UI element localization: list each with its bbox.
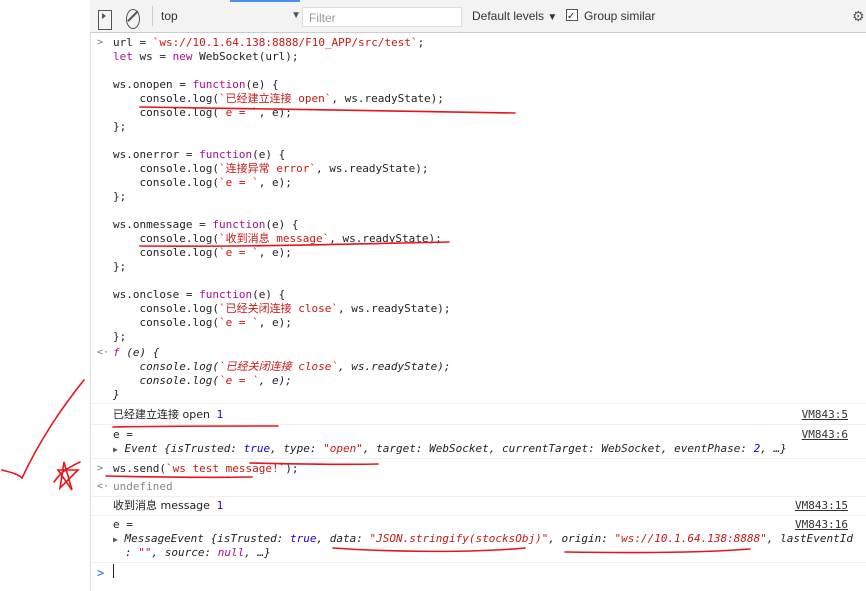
log-message: 收到消息 message 1 (113, 499, 224, 512)
clear-console-icon[interactable] (126, 9, 140, 29)
result-line: console.log(`已经关闭连接 close`, ws.readyStat… (113, 360, 451, 373)
log-message: 已经建立连接 open 1 (113, 408, 224, 421)
result-line: f (e) { (113, 346, 160, 359)
console-input[interactable] (113, 564, 114, 578)
filter-input[interactable]: Filter (302, 7, 462, 27)
group-similar-checkbox[interactable] (566, 7, 578, 27)
chevron-down-icon: ▼ (547, 12, 558, 23)
code-line: url = `ws://10.1.64.138:8888/F10_APP/src… (113, 36, 425, 49)
context-value: top (161, 9, 178, 23)
row-divider (91, 403, 866, 404)
code-line: console.log(`e = `, e); (113, 246, 292, 259)
chevron-down-icon: ▼ (291, 10, 301, 21)
input-prompt-icon: > (97, 463, 104, 474)
row-divider (91, 424, 866, 425)
group-similar-label: Group similar (584, 9, 656, 23)
log-levels-label: Default levels (472, 9, 545, 23)
show-sidebar-icon[interactable] (98, 10, 112, 30)
code-line: let ws = new WebSocket(url); (113, 50, 299, 63)
code-line: }; (113, 120, 127, 133)
group-similar-toggle[interactable]: Group similar (566, 6, 676, 27)
code-line: }; (113, 190, 127, 203)
code-line: console.log(`已经关闭连接 close`, ws.readyStat… (113, 302, 451, 315)
code-line: console.log(`收到消息 message`, ws.readyStat… (113, 232, 442, 245)
code-line: }; (113, 260, 127, 273)
result-arrow-icon: <· (97, 481, 110, 492)
object-preview-cont: : "", source: null, …} (125, 546, 271, 559)
log-message: e = (113, 518, 133, 531)
active-tab-indicator (230, 0, 300, 2)
console-prompt-icon: > (97, 566, 105, 580)
console-toolbar: top ▼ Filter Default levels ▼ Group simi… (90, 0, 866, 33)
row-divider (91, 458, 866, 459)
result-arrow-icon: <· (97, 347, 110, 358)
code-line: console.log(`已经建立连接 open`, ws.readyState… (113, 92, 444, 105)
object-preview[interactable]: ▶ MessageEvent {isTrusted: true, data: "… (113, 532, 853, 546)
code-line: ws.onerror = function(e) { (113, 148, 286, 161)
code-line: }; (113, 330, 127, 343)
code-line: console.log(`e = `, e); (113, 176, 292, 189)
code-line: ws.onopen = function(e) { (113, 78, 279, 91)
row-divider (91, 562, 866, 563)
code-line: ws.onmessage = function(e) { (113, 218, 299, 231)
source-link[interactable]: VM843:15 (795, 499, 848, 512)
page-margin (0, 0, 91, 591)
row-divider (91, 515, 866, 516)
context-selector[interactable]: top ▼ (152, 6, 301, 26)
source-link[interactable]: VM843:5 (802, 408, 848, 421)
result-line: console.log(`e = `, e); (113, 374, 292, 387)
expand-triangle-icon[interactable]: ▶ (113, 445, 118, 454)
log-levels-dropdown[interactable]: Default levels ▼ (472, 6, 562, 26)
input-prompt-icon: > (97, 37, 104, 48)
gear-icon[interactable]: ⚙ (852, 6, 865, 26)
source-link[interactable]: VM843:6 (802, 428, 848, 441)
code-line: ws.onclose = function(e) { (113, 288, 286, 301)
row-divider (91, 496, 866, 497)
expand-triangle-icon[interactable]: ▶ (113, 535, 118, 544)
code-line: console.log(`e = `, e); (113, 316, 292, 329)
code-line: console.log(`e = `, e); (113, 106, 292, 119)
result-undefined: undefined (113, 480, 173, 493)
object-preview[interactable]: ▶ Event {isTrusted: true, type: "open", … (113, 442, 787, 456)
code-line: console.log(`连接异常 error`, ws.readyState)… (113, 162, 429, 175)
log-message: e = (113, 428, 133, 441)
command-line: ws.send(`ws test message!`); (113, 462, 299, 475)
result-line: } (113, 388, 120, 401)
source-link[interactable]: VM843:16 (795, 518, 848, 531)
